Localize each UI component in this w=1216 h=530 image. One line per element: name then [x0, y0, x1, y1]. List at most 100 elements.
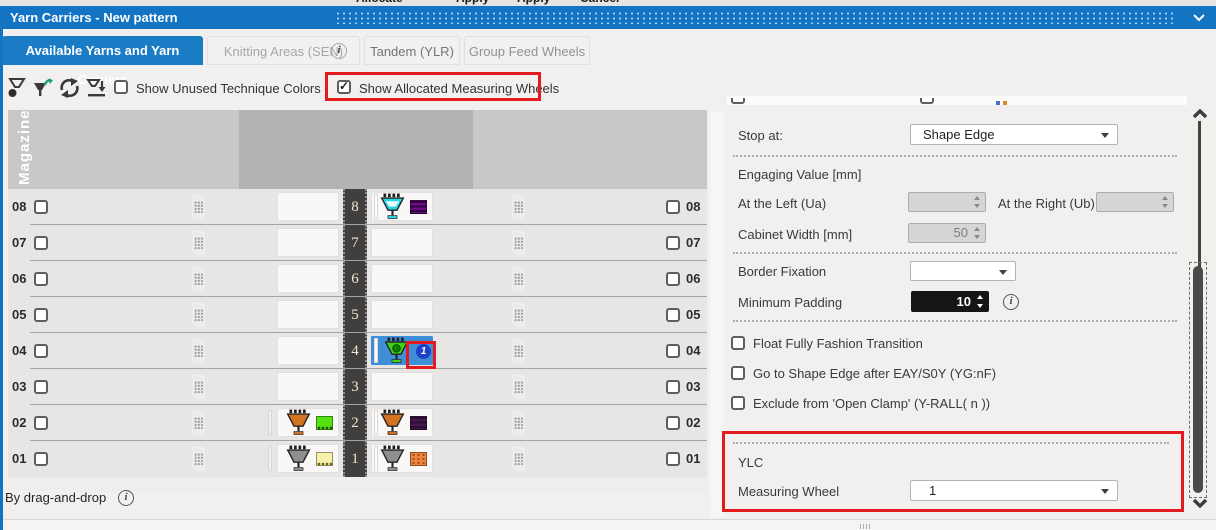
info-icon[interactable] [1003, 294, 1019, 310]
right-carrier-slot[interactable]: 1 [371, 336, 433, 365]
yarn-carrier-icon [379, 409, 406, 438]
row-checkbox-left[interactable] [34, 200, 48, 214]
scrollbar-track[interactable] [1198, 121, 1201, 267]
go-to-shape-edge-checkbox[interactable] [731, 366, 745, 380]
at-right-spinner[interactable] [1096, 192, 1174, 212]
tab-available-yarns[interactable]: Available Yarns and Yarn Carriers [2, 36, 203, 65]
left-carrier-slot[interactable] [277, 444, 339, 473]
exclude-open-clamp-checkbox[interactable] [731, 396, 745, 410]
tab-tandem[interactable]: Tandem (YLR) [364, 36, 460, 65]
left-carrier-slot[interactable] [277, 228, 339, 257]
carrier-insert-icon[interactable] [32, 77, 55, 99]
refresh-icon[interactable] [58, 77, 81, 99]
minimum-padding-spinner[interactable]: 10 [911, 291, 989, 312]
row-checkbox-right[interactable] [666, 308, 680, 322]
dropdown-arrow-icon [1101, 489, 1109, 494]
drag-handle-icon[interactable] [192, 374, 205, 400]
show-allocated-label: Show Allocated Measuring Wheels [359, 81, 559, 96]
right-carrier-slot[interactable] [371, 228, 433, 257]
show-unused-checkbox[interactable] [114, 80, 128, 94]
at-left-spinner[interactable] [908, 192, 986, 212]
right-carrier-slot[interactable] [371, 444, 433, 473]
drag-handle-icon[interactable] [192, 446, 205, 472]
row-label-right: 03 [686, 369, 700, 405]
row-checkbox-right[interactable] [666, 344, 680, 358]
info-icon[interactable] [331, 43, 347, 59]
row-checkbox-left[interactable] [34, 416, 48, 430]
float-transition-label: Float Fully Fashion Transition [753, 336, 923, 352]
bottom-splitter-bar[interactable] [3, 519, 1216, 530]
drag-handle-icon[interactable] [192, 410, 205, 436]
row-checkbox-right[interactable] [666, 416, 680, 430]
float-transition-checkbox[interactable] [731, 336, 745, 350]
titlebar-texture [335, 11, 1176, 24]
left-carrier-slot[interactable] [277, 408, 339, 437]
show-allocated-checkbox[interactable] [337, 80, 351, 94]
left-carrier-slot[interactable] [277, 264, 339, 293]
row-checkbox-right[interactable] [666, 200, 680, 214]
carrier-select-icon[interactable] [6, 77, 29, 99]
right-carrier-slot[interactable] [371, 300, 433, 329]
drag-handle-icon[interactable] [512, 194, 525, 220]
splitter-grip[interactable] [860, 524, 872, 529]
drag-handle-icon[interactable] [512, 266, 525, 292]
carrier-number-cell: 7 [343, 225, 367, 261]
drag-handle-icon[interactable] [512, 374, 525, 400]
row-checkbox-right[interactable] [666, 452, 680, 466]
tab-group-feed-wheels[interactable]: Group Feed Wheels [464, 36, 590, 65]
right-carrier-slot[interactable] [371, 264, 433, 293]
drag-handle-icon[interactable] [192, 194, 205, 220]
row-checkbox-left[interactable] [34, 308, 48, 322]
titlebar[interactable]: Yarn Carriers - New pattern [0, 6, 1216, 29]
magazine-row-05: 05505 [8, 297, 707, 333]
row-checkbox-left[interactable] [34, 272, 48, 286]
drag-handle-icon[interactable] [192, 230, 205, 256]
left-carrier-slot[interactable] [277, 336, 339, 365]
right-carrier-slot[interactable] [371, 408, 433, 437]
row-label-left: 08 [12, 189, 26, 225]
left-carrier-slot[interactable] [277, 192, 339, 221]
clipped-checkbox [920, 98, 935, 105]
row-checkbox-left[interactable] [34, 344, 48, 358]
slot-divider [374, 338, 378, 363]
row-checkbox-left[interactable] [34, 452, 48, 466]
drag-handle-icon[interactable] [512, 410, 525, 436]
left-carrier-slot[interactable] [277, 372, 339, 401]
drag-handle-icon[interactable] [512, 338, 525, 364]
row-checkbox-left[interactable] [34, 236, 48, 250]
row-label-left: 06 [12, 261, 26, 297]
row-label-left: 03 [12, 369, 26, 405]
drag-handle-icon[interactable] [192, 338, 205, 364]
row-checkbox-right[interactable] [666, 272, 680, 286]
stop-at-dropdown[interactable]: Shape Edge [910, 124, 1118, 145]
drag-handle-icon[interactable] [512, 230, 525, 256]
info-icon[interactable] [118, 490, 134, 506]
row-label-right: 02 [686, 405, 700, 441]
carrier-download-icon[interactable] [85, 77, 108, 99]
left-carrier-slot[interactable] [277, 300, 339, 329]
row-checkbox-right[interactable] [666, 380, 680, 394]
scrollbar-thumb[interactable] [1193, 266, 1203, 493]
slot-divider [268, 410, 272, 435]
row-checkbox-left[interactable] [34, 380, 48, 394]
panel-top-gap [727, 96, 1187, 105]
drag-handle-icon[interactable] [512, 302, 525, 328]
right-carrier-slot[interactable] [371, 192, 433, 221]
scroll-down-icon[interactable] [1192, 498, 1208, 508]
scroll-up-icon[interactable] [1192, 109, 1208, 119]
measuring-wheel-dropdown[interactable]: 1 [910, 480, 1118, 501]
tab-knitting-areas[interactable]: Knitting Areas (SEN) [207, 36, 360, 65]
chevron-down-icon[interactable] [1192, 13, 1206, 22]
carrier-number-cell: 3 [343, 369, 367, 405]
drag-handle-icon[interactable] [512, 446, 525, 472]
magazine-title: Magazine [16, 114, 33, 185]
magazine-row-03: 03 3 03 [8, 369, 707, 405]
cabinet-width-spinner[interactable]: 50 [908, 223, 986, 243]
drag-handle-icon[interactable] [192, 266, 205, 292]
magazine-row-01: 01 1 01 [8, 441, 707, 477]
right-carrier-slot[interactable] [371, 372, 433, 401]
row-checkbox-right[interactable] [666, 236, 680, 250]
drag-handle-icon[interactable] [192, 302, 205, 328]
border-fixation-dropdown[interactable] [910, 261, 1016, 281]
yarn-carriers-window: AllocateApplyApplyCancel Yarn Carriers -… [0, 0, 1216, 530]
